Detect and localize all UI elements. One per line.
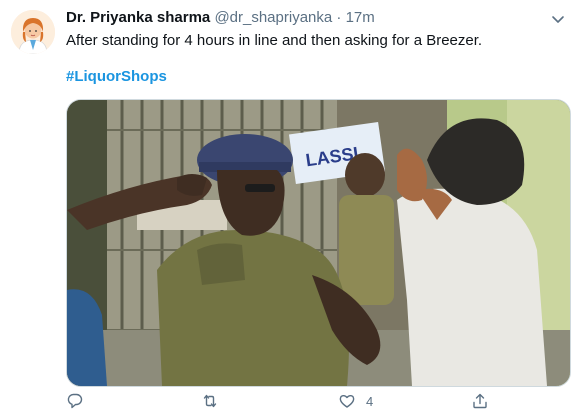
timestamp[interactable]: 17m [346,9,375,26]
tweet-header: Dr. Priyanka sharma @dr_shapriyanka · 17… [66,8,375,28]
retweet-button[interactable] [201,392,219,410]
tweet-image[interactable]: LASSI [66,99,571,387]
share-icon [473,393,487,409]
display-name[interactable]: Dr. Priyanka sharma [66,9,210,26]
reply-button[interactable] [66,392,84,410]
hashtag-link[interactable]: #LiquorShops [66,67,167,87]
avatar[interactable] [11,10,55,54]
tweet-text: After standing for 4 hours in line and t… [66,32,483,49]
like-button[interactable]: 4 [338,392,373,410]
reply-icon [67,393,83,409]
retweet-icon [203,394,217,408]
tweet[interactable]: Dr. Priyanka sharma @dr_shapriyanka · 17… [0,0,581,419]
user-handle[interactable]: @dr_shapriyanka [214,9,332,26]
tweet-actions: 4 [66,392,526,414]
chevron-down-icon[interactable] [549,10,567,28]
share-button[interactable] [471,392,489,410]
like-icon [339,394,355,408]
separator-dot: · [336,9,342,26]
like-count: 4 [366,393,374,409]
